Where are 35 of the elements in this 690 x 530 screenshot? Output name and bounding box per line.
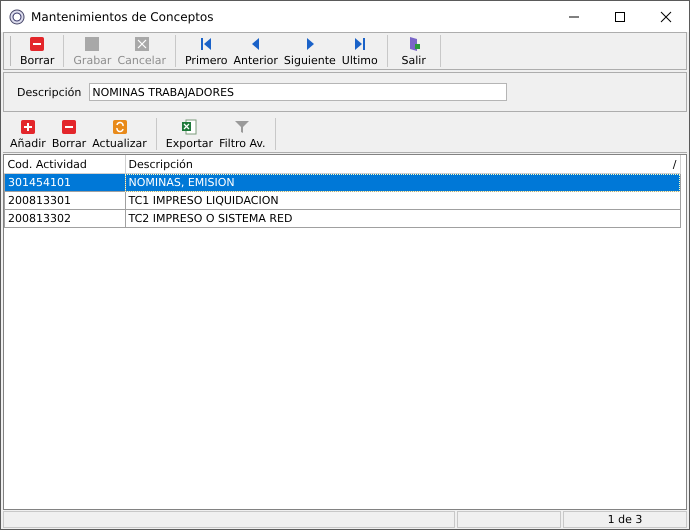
minus-icon: [61, 118, 78, 134]
toolbar-button[interactable]: Actualizar: [89, 116, 150, 152]
toolbar-button[interactable]: Borrar: [17, 33, 58, 69]
toolbar-button[interactable]: Borrar: [48, 116, 90, 152]
toolbar-button[interactable]: Añadir: [7, 116, 49, 152]
spreadsheet-icon: [181, 118, 198, 134]
minus-icon: [29, 36, 46, 52]
window-title: Mantenimientos de Conceptos: [31, 10, 215, 24]
cross-icon: [134, 36, 150, 52]
description-field[interactable]: NOMINAS TRABAJADORES: [89, 83, 508, 101]
table-cell[interactable]: TC2 IMPRESO O SISTEMA RED: [125, 210, 680, 228]
refresh-icon: [112, 118, 128, 134]
table-cell[interactable]: 200813302: [4, 210, 125, 228]
status-panel: 1 de 3: [563, 511, 687, 528]
toolbar-button[interactable]: Primero: [182, 33, 230, 69]
table-cell[interactable]: 301454101: [4, 174, 125, 192]
close-icon[interactable]: [660, 10, 672, 22]
field-label: Descripción: [17, 86, 82, 98]
sort-mark: /: [672, 158, 676, 170]
toolbar-button[interactable]: Salir: [394, 33, 434, 69]
maximize-icon[interactable]: [614, 10, 626, 22]
table-cell[interactable]: 200813301: [4, 192, 125, 210]
square-icon: [84, 36, 100, 52]
column-header[interactable]: Descripción: [128, 158, 193, 170]
toolbar-button[interactable]: Ultimo: [338, 33, 381, 69]
column-header[interactable]: Cod. Actividad: [8, 158, 87, 170]
table-cell[interactable]: NOMINAS, EMISION: [125, 174, 680, 192]
funnel-icon: [234, 118, 250, 134]
toolbar-button[interactable]: Siguiente: [280, 33, 339, 69]
table-cell[interactable]: TC1 IMPRESO LIQUIDACION: [125, 192, 680, 210]
plus-icon: [20, 118, 36, 134]
toolbar-button[interactable]: Anterior: [230, 33, 281, 69]
toolbar-button[interactable]: Filtro Av.: [216, 116, 269, 152]
toolbar-button[interactable]: Exportar: [162, 116, 216, 152]
app-icon: [9, 8, 25, 24]
